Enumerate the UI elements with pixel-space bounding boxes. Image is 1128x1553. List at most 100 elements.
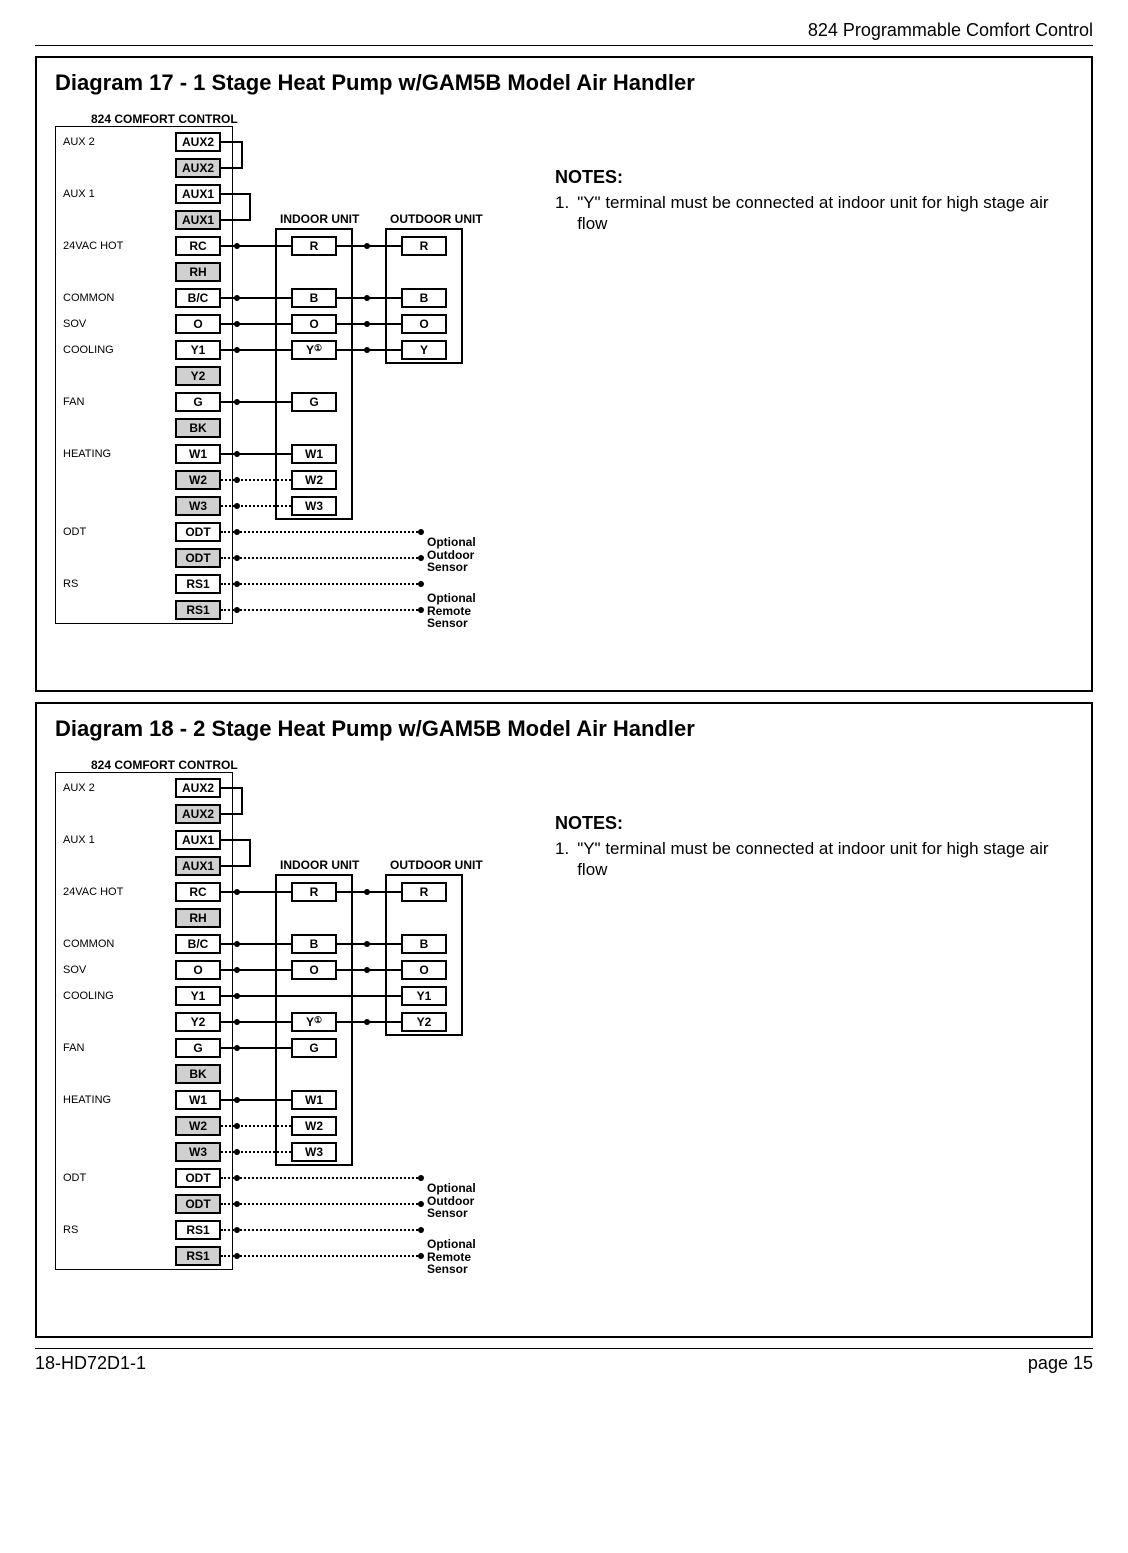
term-w2: W2	[175, 470, 221, 490]
indoor-r: R	[291, 236, 337, 256]
term-odt1: ODT	[175, 1168, 221, 1188]
term-bc: B/C	[175, 934, 221, 954]
outdoor-y: Y	[401, 340, 447, 360]
footer-right: page 15	[1028, 1353, 1093, 1374]
term-aux1a: AUX1	[175, 830, 221, 850]
lbl-cooling: COOLING	[63, 990, 114, 1002]
term-rs1b: RS1	[175, 600, 221, 620]
indoor-b: B	[291, 934, 337, 954]
diagram-17-notes: NOTES: 1. "Y" terminal must be connected…	[555, 112, 1073, 235]
term-aux2b: AUX2	[175, 804, 221, 824]
optional-outdoor-sensor-label: Optional Outdoor Sensor	[427, 536, 476, 574]
diagram-17-frame: Diagram 17 - 1 Stage Heat Pump w/GAM5B M…	[35, 56, 1093, 692]
indoor-w3: W3	[291, 496, 337, 516]
term-odt2: ODT	[175, 548, 221, 568]
lbl-fan: FAN	[63, 396, 84, 408]
diagram-18-frame: Diagram 18 - 2 Stage Heat Pump w/GAM5B M…	[35, 702, 1093, 1338]
term-y1: Y1	[175, 986, 221, 1006]
term-w1: W1	[175, 444, 221, 464]
ctrl-header-label: 824 COMFORT CONTROL	[91, 112, 238, 126]
indoor-g: G	[291, 1038, 337, 1058]
notes-title: NOTES:	[555, 167, 1073, 188]
note-text: "Y" terminal must be connected at indoor…	[577, 838, 1073, 881]
outdoor-o: O	[401, 314, 447, 334]
outdoor-unit-label: OUTDOOR UNIT	[390, 212, 483, 226]
term-w1: W1	[175, 1090, 221, 1110]
lbl-fan: FAN	[63, 1042, 84, 1054]
footer-left: 18-HD72D1-1	[35, 1353, 146, 1374]
indoor-unit-label: INDOOR UNIT	[280, 212, 359, 226]
optional-remote-sensor-label: Optional Remote Sensor	[427, 592, 476, 630]
term-bk: BK	[175, 418, 221, 438]
term-aux2a: AUX2	[175, 132, 221, 152]
outdoor-o: O	[401, 960, 447, 980]
indoor-y: Y①	[291, 340, 337, 360]
lbl-aux1: AUX 1	[63, 834, 95, 846]
indoor-w2: W2	[291, 470, 337, 490]
term-y1: Y1	[175, 340, 221, 360]
diagram-17: 824 COMFORT CONTROL AUX 2 AUX 1 24VAC HO…	[55, 112, 525, 672]
term-rh: RH	[175, 262, 221, 282]
term-rs1a: RS1	[175, 1220, 221, 1240]
term-rs1a: RS1	[175, 574, 221, 594]
indoor-o: O	[291, 314, 337, 334]
indoor-r: R	[291, 882, 337, 902]
outdoor-unit-label: OUTDOOR UNIT	[390, 858, 483, 872]
term-bk: BK	[175, 1064, 221, 1084]
note-number: 1.	[555, 192, 569, 235]
term-w3: W3	[175, 1142, 221, 1162]
term-o: O	[175, 960, 221, 980]
indoor-w2: W2	[291, 1116, 337, 1136]
lbl-sov: SOV	[63, 964, 86, 976]
term-rh: RH	[175, 908, 221, 928]
term-odt1: ODT	[175, 522, 221, 542]
lbl-aux2: AUX 2	[63, 782, 95, 794]
term-rs1b: RS1	[175, 1246, 221, 1266]
term-g: G	[175, 392, 221, 412]
term-aux2b: AUX2	[175, 158, 221, 178]
lbl-hot: 24VAC HOT	[63, 886, 123, 898]
lbl-hot: 24VAC HOT	[63, 240, 123, 252]
term-g: G	[175, 1038, 221, 1058]
diagram-17-title: Diagram 17 - 1 Stage Heat Pump w/GAM5B M…	[55, 70, 1073, 96]
lbl-heating: HEATING	[63, 1094, 111, 1106]
notes-title: NOTES:	[555, 813, 1073, 834]
term-o: O	[175, 314, 221, 334]
indoor-o: O	[291, 960, 337, 980]
note-text: "Y" terminal must be connected at indoor…	[577, 192, 1073, 235]
lbl-odt: ODT	[63, 1172, 86, 1184]
indoor-w3: W3	[291, 1142, 337, 1162]
indoor-unit-label: INDOOR UNIT	[280, 858, 359, 872]
term-w2: W2	[175, 1116, 221, 1136]
lbl-aux1: AUX 1	[63, 188, 95, 200]
optional-outdoor-sensor-label: Optional Outdoor Sensor	[427, 1182, 476, 1220]
term-aux2a: AUX2	[175, 778, 221, 798]
term-w3: W3	[175, 496, 221, 516]
term-odt2: ODT	[175, 1194, 221, 1214]
lbl-common: COMMON	[63, 938, 114, 950]
lbl-common: COMMON	[63, 292, 114, 304]
lbl-rs: RS	[63, 1224, 78, 1236]
term-y2: Y2	[175, 366, 221, 386]
lbl-sov: SOV	[63, 318, 86, 330]
lbl-aux2: AUX 2	[63, 136, 95, 148]
indoor-w1: W1	[291, 444, 337, 464]
outdoor-b: B	[401, 934, 447, 954]
indoor-w1: W1	[291, 1090, 337, 1110]
diagram-18-notes: NOTES: 1. "Y" terminal must be connected…	[555, 758, 1073, 881]
term-aux1b: AUX1	[175, 856, 221, 876]
diagram-18-title: Diagram 18 - 2 Stage Heat Pump w/GAM5B M…	[55, 716, 1073, 742]
optional-remote-sensor-label: Optional Remote Sensor	[427, 1238, 476, 1276]
outdoor-y1: Y1	[401, 986, 447, 1006]
ctrl-header-label: 824 COMFORT CONTROL	[91, 758, 238, 772]
indoor-y: Y ①	[291, 1012, 337, 1032]
term-rc: RC	[175, 236, 221, 256]
outdoor-r: R	[401, 236, 447, 256]
term-rc: RC	[175, 882, 221, 902]
indoor-g: G	[291, 392, 337, 412]
lbl-odt: ODT	[63, 526, 86, 538]
page-header: 824 Programmable Comfort Control	[35, 20, 1093, 46]
outdoor-b: B	[401, 288, 447, 308]
term-y2: Y2	[175, 1012, 221, 1032]
indoor-b: B	[291, 288, 337, 308]
